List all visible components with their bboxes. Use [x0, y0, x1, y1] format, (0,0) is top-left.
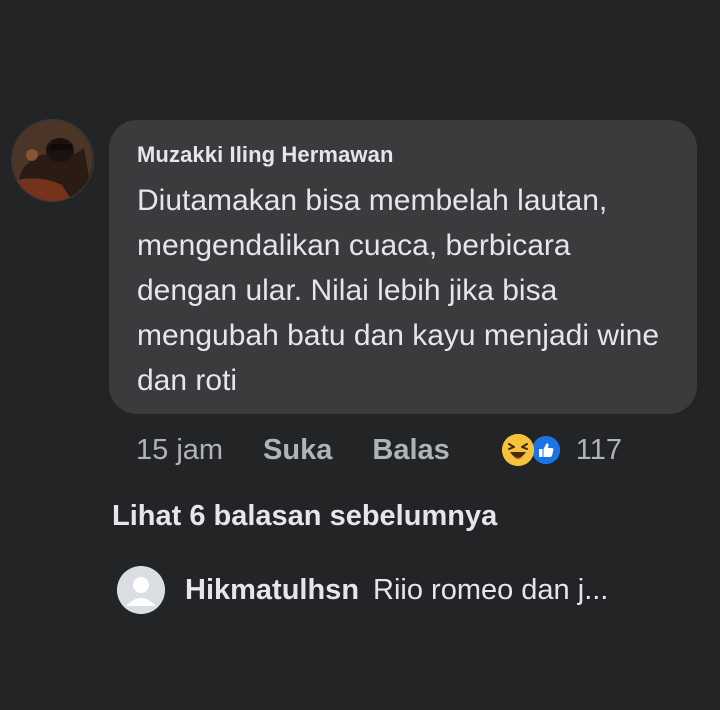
comment-text: Diutamakan bisa membelah lautan, mengend…	[137, 184, 660, 397]
like-button[interactable]: Suka	[263, 434, 332, 467]
comment-author[interactable]: Muzakki Iling Hermawan	[137, 142, 677, 168]
avatar[interactable]	[12, 120, 93, 201]
comment-timestamp[interactable]: 15 jam	[136, 434, 223, 467]
reply-author[interactable]: Hikmatulhsn	[185, 574, 359, 607]
reply-button[interactable]: Balas	[372, 434, 449, 467]
reaction-count: 117	[575, 433, 622, 466]
comment-actions: 15 jam Suka Balas 117	[136, 428, 622, 472]
reply-text: Riio romeo dan j...	[373, 573, 609, 606]
comment-thread: Muzakki Iling Hermawan Diutamakan bisa m…	[0, 0, 720, 710]
view-previous-replies-link[interactable]: Lihat 6 balasan sebelumnya	[112, 500, 497, 533]
profile-photo	[12, 120, 93, 201]
haha-icon	[501, 434, 534, 466]
reply-preview[interactable]: Hikmatulhsn Riio romeo dan j...	[117, 566, 608, 614]
default-avatar-icon[interactable]	[117, 566, 165, 614]
like-icon	[529, 434, 562, 466]
reactions-summary[interactable]: 117	[501, 433, 622, 467]
comment-bubble: Muzakki Iling Hermawan Diutamakan bisa m…	[109, 120, 697, 414]
